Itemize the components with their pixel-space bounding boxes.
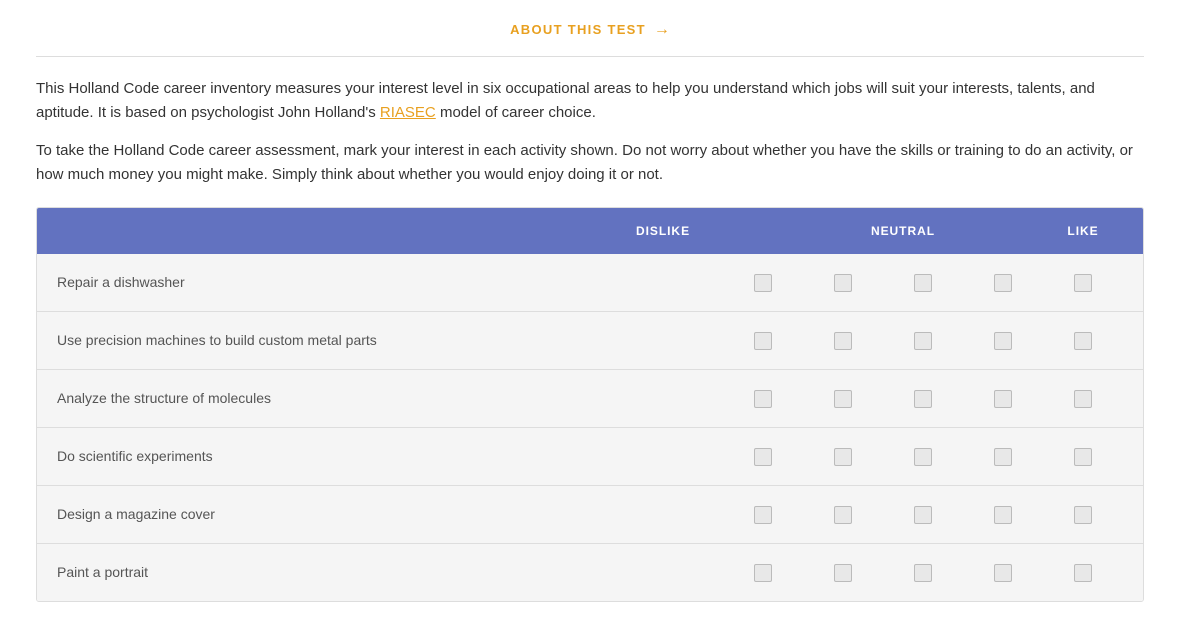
checkbox-cell[interactable] [803,564,883,582]
row-label: Do scientific experiments [57,446,723,467]
checkbox-dislike-1[interactable] [754,274,772,292]
instruction-paragraph: To take the Holland Code career assessme… [36,139,1144,187]
checkbox-like-1[interactable] [1074,274,1092,292]
row-label: Paint a portrait [57,562,723,583]
table-header: DISLIKE NEUTRAL LIKE [37,208,1143,254]
checkbox-dislike2-6[interactable] [834,564,852,582]
checkbox-dislike-3[interactable] [754,390,772,408]
table-row: Analyze the structure of molecules [37,370,1143,428]
table-row: Use precision machines to build custom m… [37,312,1143,370]
row-label: Use precision machines to build custom m… [57,330,723,351]
checkbox-like1-3[interactable] [994,390,1012,408]
checkbox-cell[interactable] [963,332,1043,350]
checkbox-neutral-4[interactable] [914,448,932,466]
about-arrow-icon: → [654,18,670,42]
checkbox-like-3[interactable] [1074,390,1092,408]
row-label: Analyze the structure of molecules [57,388,723,409]
table-row: Design a magazine cover [37,486,1143,544]
checkbox-like-5[interactable] [1074,506,1092,524]
checkbox-neutral-3[interactable] [914,390,932,408]
checkbox-cell[interactable] [803,390,883,408]
checkbox-dislike-4[interactable] [754,448,772,466]
row-label: Repair a dishwasher [57,272,723,293]
checkbox-cell[interactable] [1043,506,1123,524]
checkbox-like1-2[interactable] [994,332,1012,350]
about-header[interactable]: ABOUT THIS TEST → [36,0,1144,56]
checkbox-cell[interactable] [1043,448,1123,466]
checkbox-cell[interactable] [963,448,1043,466]
checkbox-neutral-6[interactable] [914,564,932,582]
checkbox-cell[interactable] [1043,332,1123,350]
checkbox-like-4[interactable] [1074,448,1092,466]
checkbox-cell[interactable] [883,274,963,292]
about-header-text: ABOUT THIS TEST [510,20,646,40]
table-row: Repair a dishwasher [37,254,1143,312]
table-row: Do scientific experiments [37,428,1143,486]
checkbox-like1-6[interactable] [994,564,1012,582]
checkbox-cell[interactable] [723,448,803,466]
checkbox-like1-5[interactable] [994,506,1012,524]
header-neutral: NEUTRAL [843,222,963,240]
checkbox-cell[interactable] [883,332,963,350]
page-wrapper: ABOUT THIS TEST → This Holland Code care… [0,0,1180,638]
intro-text-2: model of career choice. [436,104,596,121]
checkbox-cell[interactable] [803,506,883,524]
checkbox-dislike2-2[interactable] [834,332,852,350]
riasec-link[interactable]: RIASEC [380,104,436,121]
checkbox-dislike2-3[interactable] [834,390,852,408]
checkbox-dislike-2[interactable] [754,332,772,350]
checkbox-cell[interactable] [803,448,883,466]
checkbox-cell[interactable] [883,564,963,582]
checkbox-dislike2-4[interactable] [834,448,852,466]
checkbox-neutral-1[interactable] [914,274,932,292]
assessment-table: DISLIKE NEUTRAL LIKE Repair a dishwasher… [36,207,1144,602]
header-like: LIKE [1043,222,1123,240]
checkbox-like1-1[interactable] [994,274,1012,292]
checkbox-cell[interactable] [1043,564,1123,582]
checkbox-cell[interactable] [963,564,1043,582]
checkbox-cell[interactable] [723,390,803,408]
checkbox-like-2[interactable] [1074,332,1092,350]
checkbox-cell[interactable] [723,564,803,582]
checkbox-cell[interactable] [723,332,803,350]
checkbox-cell[interactable] [883,390,963,408]
checkbox-cell[interactable] [803,274,883,292]
header-dislike: DISLIKE [603,222,723,240]
checkbox-dislike-6[interactable] [754,564,772,582]
checkbox-cell[interactable] [963,274,1043,292]
checkbox-cell[interactable] [883,506,963,524]
checkbox-dislike2-5[interactable] [834,506,852,524]
checkbox-cell[interactable] [1043,390,1123,408]
checkbox-like-6[interactable] [1074,564,1092,582]
checkbox-neutral-2[interactable] [914,332,932,350]
checkbox-cell[interactable] [723,506,803,524]
checkbox-cell[interactable] [883,448,963,466]
checkbox-cell[interactable] [963,506,1043,524]
checkbox-cell[interactable] [803,332,883,350]
checkbox-cell[interactable] [1043,274,1123,292]
checkbox-cell[interactable] [963,390,1043,408]
checkbox-neutral-5[interactable] [914,506,932,524]
checkbox-dislike-5[interactable] [754,506,772,524]
checkbox-like1-4[interactable] [994,448,1012,466]
checkbox-cell[interactable] [723,274,803,292]
row-label: Design a magazine cover [57,504,723,525]
intro-paragraph: This Holland Code career inventory measu… [36,77,1144,125]
checkbox-dislike2-1[interactable] [834,274,852,292]
header-divider [36,56,1144,57]
table-row: Paint a portrait [37,544,1143,601]
